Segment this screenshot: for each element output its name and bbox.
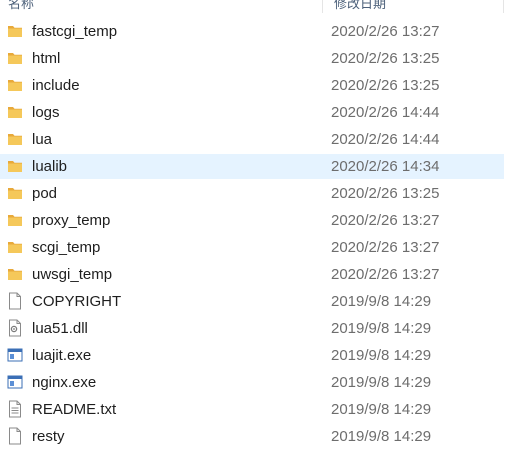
folder-icon: [7, 157, 23, 175]
file-date-modified: 2020/2/26 13:25: [331, 77, 440, 94]
exe-file-icon: [7, 346, 23, 364]
file-name: lua: [32, 131, 53, 148]
file-name: lua51.dll: [32, 320, 88, 337]
file-row-pod[interactable]: pod 2020/2/26 13:25: [0, 180, 507, 207]
file-row-luajit-exe[interactable]: luajit.exe 2019/9/8 14:29: [0, 342, 507, 369]
file-date-modified: 2019/9/8 14:29: [331, 320, 432, 337]
dll-file-icon: [7, 319, 23, 337]
folder-icon: [7, 22, 23, 40]
file-row-lua51-dll[interactable]: lua51.dll 2019/9/8 14:29: [0, 315, 507, 342]
folder-icon: [7, 76, 23, 94]
file-date-modified: 2019/9/8 14:29: [331, 374, 432, 391]
file-row-scgi-temp[interactable]: scgi_temp 2020/2/26 13:27: [0, 234, 507, 261]
file-row-readme-txt[interactable]: README.txt 2019/9/8 14:29: [0, 396, 507, 423]
file-icon: [7, 427, 23, 445]
folder-icon: [7, 265, 23, 283]
file-row-logs[interactable]: logs 2020/2/26 14:44: [0, 99, 507, 126]
file-date-modified: 2020/2/26 13:25: [331, 185, 440, 202]
file-list: fastcgi_temp 2020/2/26 13:27 html 2020/2/26…: [0, 18, 507, 450]
file-name: fastcgi_temp: [32, 23, 118, 40]
file-name: lualib: [32, 158, 68, 175]
file-row-resty[interactable]: resty 2019/9/8 14:29: [0, 423, 507, 450]
file-name: pod: [32, 185, 58, 202]
file-row-lua[interactable]: lua 2020/2/26 14:44: [0, 126, 507, 153]
file-date-modified: 2020/2/26 13:25: [331, 50, 440, 67]
file-date-modified: 2020/2/26 13:27: [331, 212, 440, 229]
file-name: resty: [32, 428, 65, 445]
file-date-modified: 2019/9/8 14:29: [331, 347, 432, 364]
file-row-uwsgi-temp[interactable]: uwsgi_temp 2020/2/26 13:27: [0, 261, 507, 288]
file-name: luajit.exe: [32, 347, 92, 364]
file-icon: [7, 292, 23, 310]
file-date-modified: 2020/2/26 13:27: [331, 266, 440, 283]
folder-icon: [7, 49, 23, 67]
file-date-modified: 2020/2/26 14:34: [331, 158, 440, 175]
file-date-modified: 2020/2/26 13:27: [331, 23, 440, 40]
file-date-modified: 2019/9/8 14:29: [331, 428, 432, 445]
folder-icon: [7, 103, 23, 121]
file-row-copyright[interactable]: COPYRIGHT 2019/9/8 14:29: [0, 288, 507, 315]
file-name: nginx.exe: [32, 374, 97, 391]
folder-icon: [7, 130, 23, 148]
column-divider-right[interactable]: [503, 0, 504, 13]
file-name: proxy_temp: [32, 212, 111, 229]
file-date-modified: 2020/2/26 13:27: [331, 239, 440, 256]
folder-icon: [7, 184, 23, 202]
file-name: logs: [32, 104, 60, 121]
column-header: 名称 修改日期: [0, 0, 507, 13]
file-row-include[interactable]: include 2020/2/26 13:25: [0, 72, 507, 99]
file-name: uwsgi_temp: [32, 266, 113, 283]
file-row-nginx-exe[interactable]: nginx.exe 2019/9/8 14:29: [0, 369, 507, 396]
folder-icon: [7, 211, 23, 229]
column-header-date-modified[interactable]: 修改日期: [334, 0, 386, 12]
file-name: README.txt: [32, 401, 117, 418]
file-row-fastcgi-temp[interactable]: fastcgi_temp 2020/2/26 13:27: [0, 18, 507, 45]
folder-icon: [7, 238, 23, 256]
exe-file-icon: [7, 373, 23, 391]
file-row-proxy-temp[interactable]: proxy_temp 2020/2/26 13:27: [0, 207, 507, 234]
file-date-modified: 2020/2/26 14:44: [331, 104, 440, 121]
file-row-lualib[interactable]: lualib 2020/2/26 14:34: [0, 153, 507, 180]
file-name: COPYRIGHT: [32, 293, 122, 310]
file-name: scgi_temp: [32, 239, 101, 256]
column-divider[interactable]: [322, 0, 323, 13]
file-date-modified: 2019/9/8 14:29: [331, 293, 432, 310]
text-file-icon: [7, 400, 23, 418]
column-header-name[interactable]: 名称: [8, 0, 321, 12]
file-name: html: [32, 50, 61, 67]
file-date-modified: 2020/2/26 14:44: [331, 131, 440, 148]
file-row-html[interactable]: html 2020/2/26 13:25: [0, 45, 507, 72]
file-date-modified: 2019/9/8 14:29: [331, 401, 432, 418]
file-name: include: [32, 77, 80, 94]
